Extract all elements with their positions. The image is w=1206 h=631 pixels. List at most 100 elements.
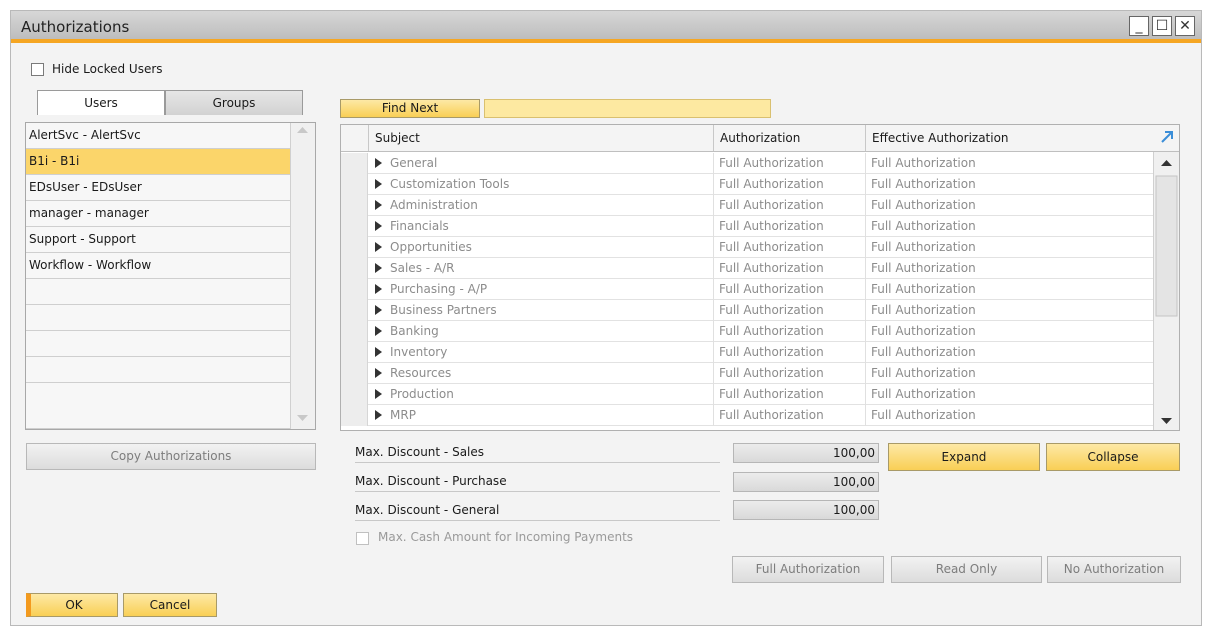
row-expand-triangle-icon[interactable] bbox=[375, 284, 382, 294]
tab-groups-label: Groups bbox=[212, 96, 256, 110]
cell-subject: Opportunities bbox=[390, 240, 472, 254]
list-item[interactable]: Support - Support bbox=[26, 227, 290, 253]
max-cash-label: Max. Cash Amount for Incoming Payments bbox=[378, 530, 634, 544]
table-row[interactable]: Financials Full Authorization Full Authori… bbox=[341, 216, 1153, 237]
row-expand-triangle-icon[interactable] bbox=[375, 158, 382, 168]
cancel-button[interactable]: Cancel bbox=[123, 593, 217, 617]
row-expand-triangle-icon[interactable] bbox=[375, 305, 382, 315]
users-list[interactable]: AlertSvc - AlertSvc B1i - B1i EDsUser - … bbox=[25, 122, 316, 430]
minimize-icon[interactable]: _ bbox=[1129, 16, 1149, 36]
row-expand-triangle-icon[interactable] bbox=[375, 200, 382, 210]
cell-effective-authorization: Full Authorization bbox=[865, 153, 1153, 174]
cell-subject: Financials bbox=[390, 219, 449, 233]
divider bbox=[355, 491, 720, 492]
grid-corner bbox=[341, 125, 368, 151]
cell-subject: Production bbox=[390, 387, 454, 401]
table-row[interactable]: Purchasing - A/P Full Authorization Full A… bbox=[341, 279, 1153, 300]
table-row[interactable]: MRP Full Authorization Full Authorization bbox=[341, 405, 1153, 426]
no-authorization-button[interactable]: No Authorization bbox=[1047, 556, 1181, 583]
column-header-subject[interactable]: Subject bbox=[368, 125, 718, 151]
hide-locked-users-checkbox[interactable] bbox=[31, 63, 44, 76]
table-row[interactable]: Opportunities Full Authorization Full Auth… bbox=[341, 237, 1153, 258]
column-header-effective-authorization[interactable]: Effective Authorization bbox=[865, 125, 1153, 151]
cell-effective-authorization: Full Authorization bbox=[865, 342, 1153, 363]
close-icon[interactable]: ✕ bbox=[1175, 16, 1195, 36]
cell-authorization[interactable]: Full Authorization bbox=[713, 342, 865, 363]
list-item[interactable]: AlertSvc - AlertSvc bbox=[26, 123, 290, 149]
list-item[interactable]: Workflow - Workflow bbox=[26, 253, 290, 279]
row-header bbox=[341, 174, 368, 195]
max-discount-sales-field[interactable]: 100,00 bbox=[733, 443, 879, 463]
row-expand-triangle-icon[interactable] bbox=[375, 263, 382, 273]
cell-authorization[interactable]: Full Authorization bbox=[713, 321, 865, 342]
cell-subject: General bbox=[390, 156, 438, 170]
table-row[interactable]: General Full Authorization Full Authorizat… bbox=[341, 153, 1153, 174]
grid-scrollbar[interactable] bbox=[1153, 152, 1179, 430]
cell-authorization[interactable]: Full Authorization bbox=[713, 300, 865, 321]
list-item[interactable]: manager - manager bbox=[26, 201, 290, 227]
cell-subject: Banking bbox=[390, 324, 439, 338]
max-discount-general-label: Max. Discount - General bbox=[355, 503, 500, 517]
column-header-authorization[interactable]: Authorization bbox=[713, 125, 865, 151]
scroll-up-icon[interactable] bbox=[1161, 160, 1172, 166]
expand-arrow-icon[interactable] bbox=[1159, 129, 1175, 145]
row-expand-triangle-icon[interactable] bbox=[375, 326, 382, 336]
max-discount-general-field[interactable]: 100,00 bbox=[733, 500, 879, 520]
row-header bbox=[341, 279, 368, 300]
row-header bbox=[341, 405, 368, 426]
expand-button[interactable]: Expand bbox=[888, 443, 1040, 471]
max-discount-purchase-field[interactable]: 100,00 bbox=[733, 472, 879, 492]
users-scrollbar[interactable] bbox=[290, 123, 315, 429]
table-row[interactable]: Inventory Full Authorization Full Authoriz… bbox=[341, 342, 1153, 363]
cell-authorization[interactable]: Full Authorization bbox=[713, 216, 865, 237]
row-expand-triangle-icon[interactable] bbox=[375, 389, 382, 399]
table-row[interactable]: Production Full Authorization Full Authori… bbox=[341, 384, 1153, 405]
row-expand-triangle-icon[interactable] bbox=[375, 347, 382, 357]
divider bbox=[355, 462, 720, 463]
scroll-down-icon[interactable] bbox=[297, 415, 308, 421]
cell-authorization[interactable]: Full Authorization bbox=[713, 279, 865, 300]
row-expand-triangle-icon[interactable] bbox=[375, 410, 382, 420]
table-row[interactable]: Administration Full Authorization Full Aut… bbox=[341, 195, 1153, 216]
cell-authorization[interactable]: Full Authorization bbox=[713, 363, 865, 384]
copy-authorizations-button[interactable]: Copy Authorizations bbox=[26, 443, 316, 470]
cell-authorization[interactable]: Full Authorization bbox=[713, 237, 865, 258]
cell-authorization[interactable]: Full Authorization bbox=[713, 405, 865, 426]
row-expand-triangle-icon[interactable] bbox=[375, 221, 382, 231]
scroll-thumb[interactable] bbox=[1155, 175, 1178, 317]
cell-effective-authorization: Full Authorization bbox=[865, 363, 1153, 384]
full-authorization-button[interactable]: Full Authorization bbox=[732, 556, 884, 583]
cell-authorization[interactable]: Full Authorization bbox=[713, 384, 865, 405]
cell-authorization[interactable]: Full Authorization bbox=[713, 195, 865, 216]
table-row[interactable]: Business Partners Full Authorization Full … bbox=[341, 300, 1153, 321]
divider bbox=[355, 520, 720, 521]
authorizations-grid: Subject Authorization Effective Authoriz… bbox=[340, 124, 1180, 431]
row-expand-triangle-icon[interactable] bbox=[375, 242, 382, 252]
list-item[interactable]: EDsUser - EDsUser bbox=[26, 175, 290, 201]
table-row[interactable]: Resources Full Authorization Full Authoriz… bbox=[341, 363, 1153, 384]
cell-authorization[interactable]: Full Authorization bbox=[713, 258, 865, 279]
tab-groups[interactable]: Groups bbox=[165, 90, 303, 115]
maximize-icon[interactable]: ☐ bbox=[1152, 16, 1172, 36]
find-input[interactable] bbox=[484, 99, 771, 118]
scroll-down-icon[interactable] bbox=[1161, 418, 1172, 424]
scroll-up-icon[interactable] bbox=[297, 127, 308, 133]
ok-button[interactable]: OK bbox=[26, 593, 118, 617]
row-header bbox=[341, 300, 368, 321]
row-expand-triangle-icon[interactable] bbox=[375, 179, 382, 189]
row-header bbox=[341, 384, 368, 405]
table-row[interactable]: Customization Tools Full Authorization Ful… bbox=[341, 174, 1153, 195]
cell-authorization[interactable]: Full Authorization bbox=[713, 174, 865, 195]
find-next-button[interactable]: Find Next bbox=[340, 99, 480, 118]
collapse-button[interactable]: Collapse bbox=[1046, 443, 1180, 471]
list-item-empty bbox=[26, 305, 290, 331]
list-item[interactable]: B1i - B1i bbox=[26, 149, 290, 175]
table-row[interactable]: Banking Full Authorization Full Authorizat… bbox=[341, 321, 1153, 342]
title-bar: Authorizations _ ☐ ✕ bbox=[11, 11, 1201, 43]
row-expand-triangle-icon[interactable] bbox=[375, 368, 382, 378]
table-row[interactable]: Sales - A/R Full Authorization Full Author… bbox=[341, 258, 1153, 279]
max-cash-checkbox[interactable] bbox=[356, 532, 369, 545]
cell-authorization[interactable]: Full Authorization bbox=[713, 153, 865, 174]
read-only-button[interactable]: Read Only bbox=[891, 556, 1042, 583]
tab-users[interactable]: Users bbox=[37, 90, 165, 115]
